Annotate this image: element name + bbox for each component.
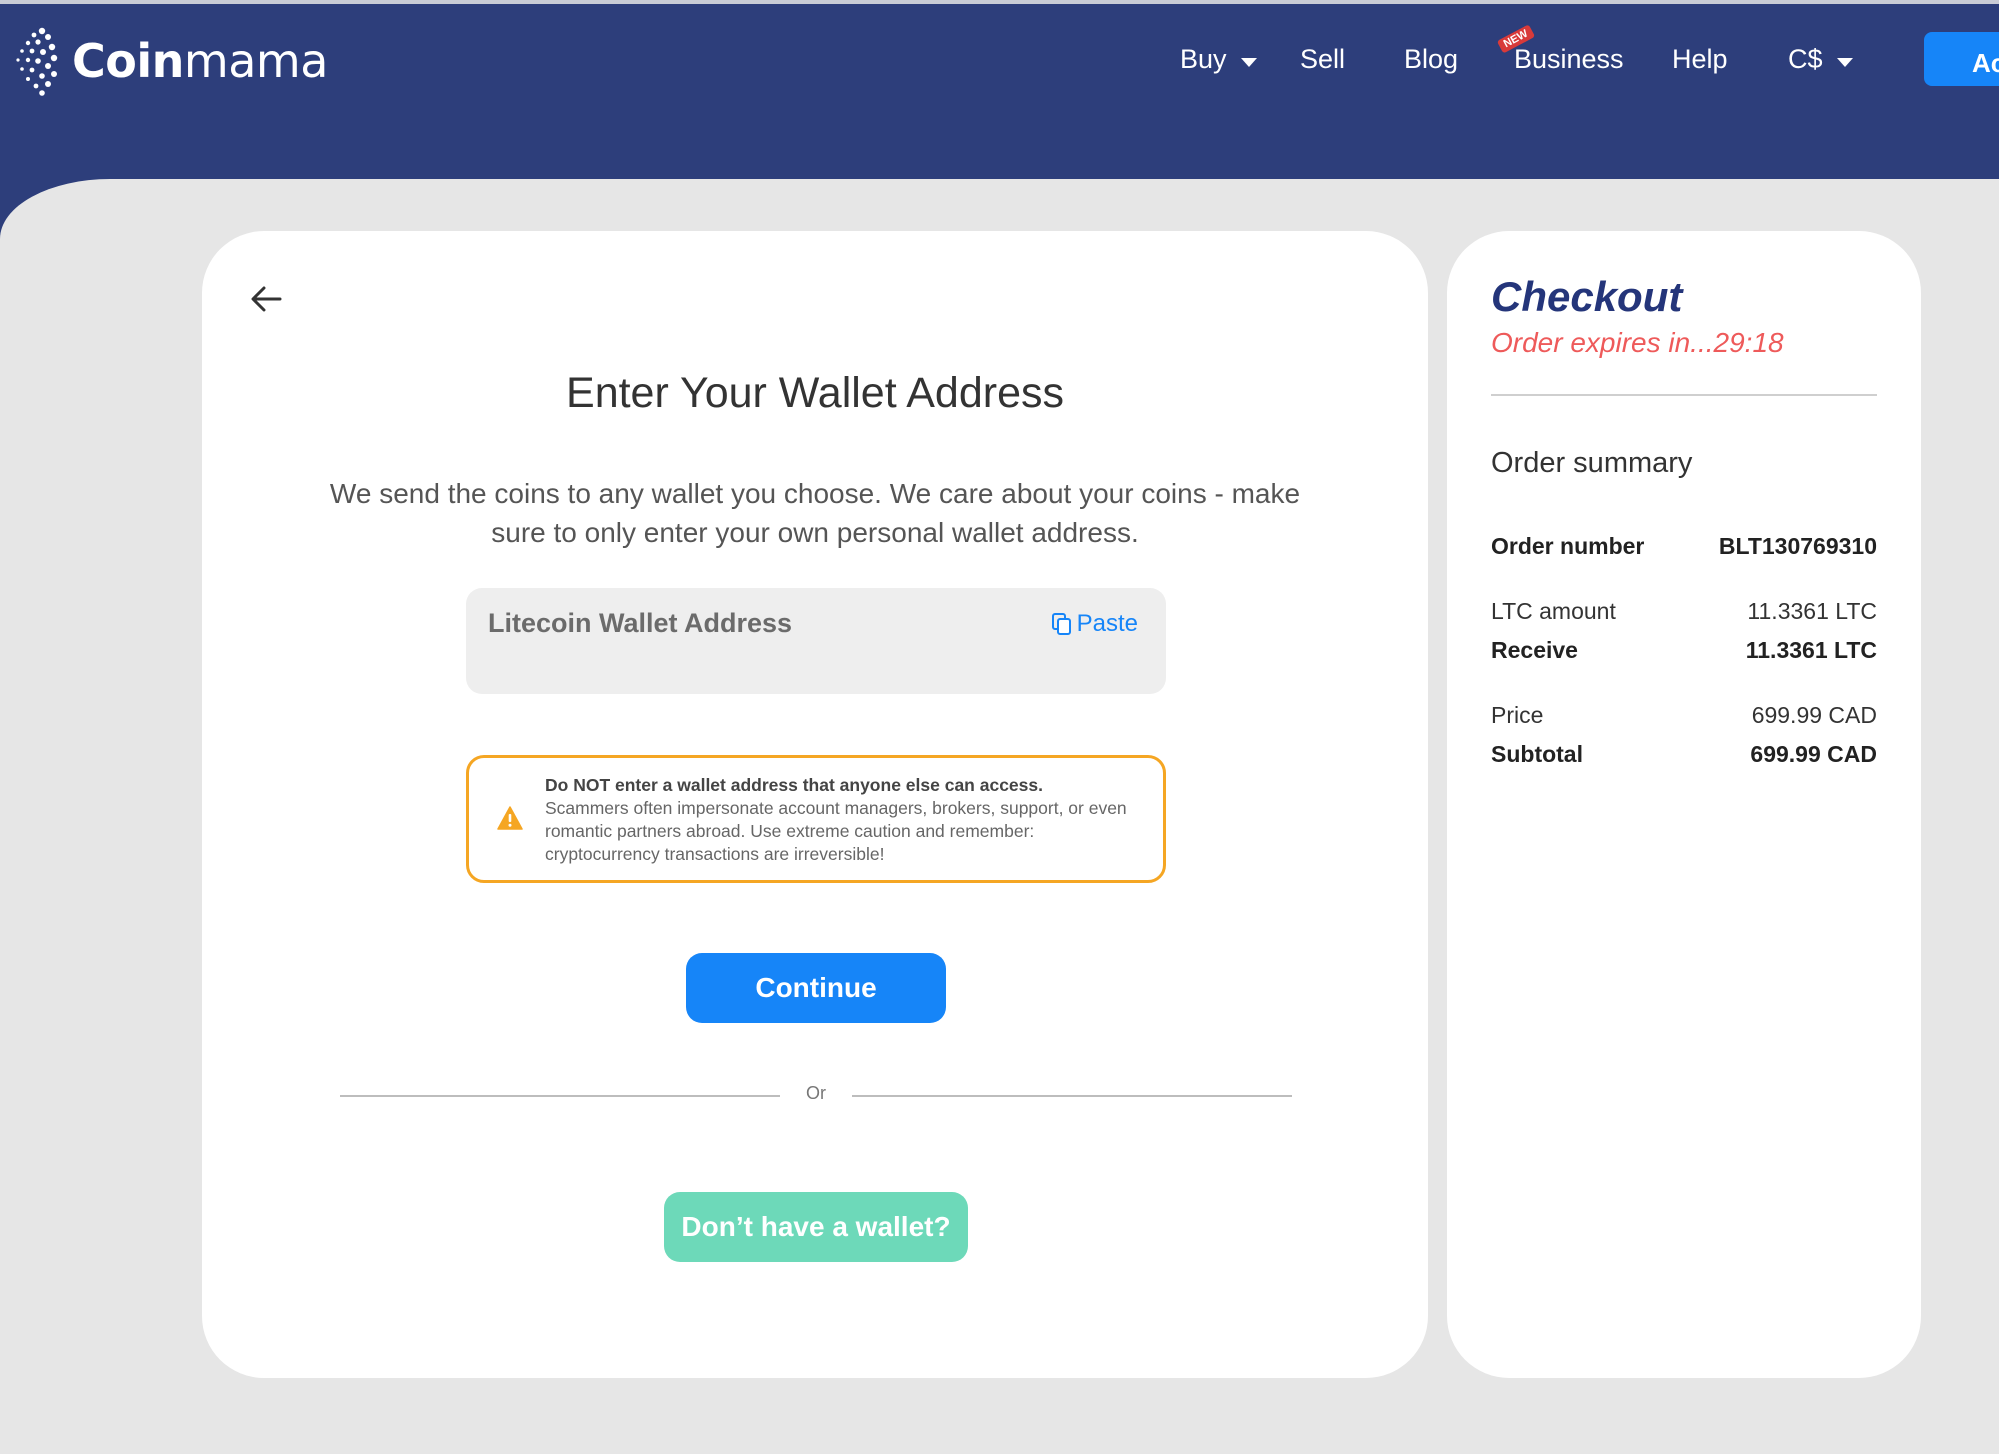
nav-business[interactable]: NEW Business [1496, 24, 1624, 84]
nav-buy-label: Buy [1180, 43, 1227, 74]
nav-business-label: Business [1514, 43, 1624, 74]
chevron-down-icon [1836, 57, 1853, 67]
chevron-down-icon [1240, 57, 1257, 67]
page-title: Enter Your Wallet Address [566, 369, 1064, 417]
coinmama-logo[interactable]: Coinmama [14, 26, 328, 96]
warning-body: Scammers often impersonate account manag… [545, 798, 1127, 864]
nav-blog-label: Blog [1404, 43, 1459, 74]
checkout-panel: Checkout Order expires in...29:18 Order … [1447, 231, 1921, 1378]
nav-buy[interactable]: Buy [1180, 34, 1257, 84]
account-button[interactable]: Ac [1924, 32, 1999, 86]
paste-button[interactable]: Paste [1051, 610, 1138, 638]
nav-help[interactable]: Help [1672, 34, 1728, 84]
summary-label: LTC amount [1491, 598, 1616, 624]
coinmama-logo-icon [16, 27, 58, 96]
wallet-address-label: Litecoin Wallet Address [488, 608, 793, 638]
logo-wordmark: Coinmama [72, 34, 328, 88]
checkout-divider [1491, 394, 1877, 396]
back-arrow-icon[interactable] [246, 279, 286, 319]
order-expiry-timer: Order expires in...29:18 [1491, 327, 1784, 358]
continue-button[interactable]: Continue [686, 953, 946, 1023]
no-wallet-button[interactable]: Don’t have a wallet? [664, 1192, 968, 1262]
summary-row-receive: Receive 11.3361 LTC [1491, 637, 1877, 664]
currency-label: C$ [1788, 43, 1823, 74]
paste-label: Paste [1076, 610, 1138, 637]
divider-right [852, 1095, 1292, 1097]
summary-label: Order number [1491, 533, 1645, 559]
summary-value: 699.99 CAD [1750, 741, 1877, 767]
nav-blog[interactable]: Blog [1404, 34, 1458, 84]
site-header: Coinmama Buy Sell Blog NEW Business Help… [0, 4, 1999, 179]
page: Coinmama Buy Sell Blog NEW Business Help… [0, 0, 1999, 1454]
warning-icon [497, 806, 523, 830]
copy-icon [1051, 613, 1071, 635]
wallet-address-input[interactable]: Litecoin Wallet Address Paste [466, 588, 1166, 694]
page-description: We send the coins to any wallet you choo… [329, 478, 1301, 548]
nav-sell[interactable]: Sell [1300, 34, 1345, 84]
scam-warning-box: Do NOT enter a wallet address that anyon… [466, 755, 1166, 883]
summary-row-order-number: Order number BLT130769310 [1491, 533, 1877, 560]
summary-label: Price [1491, 702, 1544, 728]
order-summary-title: Order summary [1491, 447, 1693, 479]
summary-value: 699.99 CAD [1751, 702, 1877, 728]
wallet-address-card: Enter Your Wallet Address We send the co… [202, 231, 1428, 1378]
checkout-title: Checkout [1491, 273, 1683, 320]
summary-row-subtotal: Subtotal 699.99 CAD [1491, 741, 1877, 768]
summary-label: Receive [1491, 637, 1578, 663]
nav-help-label: Help [1672, 43, 1728, 74]
divider-left [340, 1095, 780, 1097]
or-separator: Or [806, 1083, 826, 1103]
warning-text: Do NOT enter a wallet address that anyon… [545, 774, 1145, 866]
currency-selector[interactable]: C$ [1788, 34, 1853, 84]
summary-value: 11.3361 LTC [1745, 637, 1877, 663]
summary-label: Subtotal [1491, 741, 1583, 767]
nav-sell-label: Sell [1300, 43, 1346, 74]
summary-value: BLT130769310 [1718, 533, 1877, 559]
summary-row-ltc-amount: LTC amount 11.3361 LTC [1491, 598, 1877, 625]
summary-row-price: Price 699.99 CAD [1491, 702, 1877, 729]
summary-value: 11.3361 LTC [1747, 598, 1877, 624]
warning-headline: Do NOT enter a wallet address that anyon… [545, 775, 1043, 795]
header-curve-decoration [0, 179, 200, 299]
